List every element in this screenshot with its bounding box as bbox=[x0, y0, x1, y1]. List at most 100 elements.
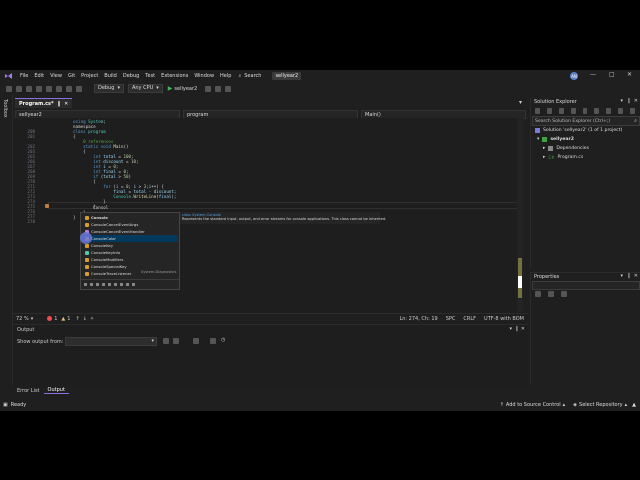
cursor-position[interactable]: Ln: 274, Ch: 19 bbox=[399, 316, 437, 322]
tab-list-chevron-icon[interactable]: ▾ bbox=[519, 99, 522, 106]
panel-dropdown-icon[interactable]: ▾ bbox=[620, 98, 623, 104]
completion-item[interactable]: ConsoleSpecialKey bbox=[82, 263, 178, 270]
completion-item[interactable]: ConsoleModifiers bbox=[82, 256, 178, 263]
tree-project-node[interactable]: ▾ sellyear2 bbox=[537, 137, 574, 142]
completion-item[interactable]: ConsoleCancelEventArgs bbox=[82, 221, 178, 228]
filter-method-icon[interactable] bbox=[120, 283, 123, 286]
filter-class-icon[interactable] bbox=[84, 283, 87, 286]
tree-solution-node[interactable]: Solution 'sellyear2' (1 of 1 project) bbox=[535, 128, 622, 133]
filter-struct-icon[interactable] bbox=[90, 283, 93, 286]
tree-dependencies-node[interactable]: ▸ Dependencies bbox=[543, 146, 589, 151]
menu-debug[interactable]: Debug bbox=[120, 73, 142, 79]
pin-icon[interactable]: ‖ bbox=[628, 273, 631, 279]
warning-count[interactable]: 1 bbox=[67, 316, 70, 322]
error-icon[interactable] bbox=[47, 316, 53, 321]
toolbar-extra-icon[interactable] bbox=[225, 85, 232, 92]
completion-item[interactable]: ConsoleCancelEventHandler bbox=[82, 228, 178, 235]
completion-item[interactable]: Console bbox=[82, 214, 178, 221]
menu-window[interactable]: Window bbox=[191, 73, 217, 79]
prev-issue-icon[interactable]: ↑ bbox=[75, 316, 79, 322]
forward-icon[interactable] bbox=[546, 108, 552, 114]
close-icon[interactable]: ✕ bbox=[521, 326, 525, 332]
menu-test[interactable]: Test bbox=[142, 73, 158, 79]
source-control-arrow-icon[interactable]: ↑ bbox=[500, 402, 504, 408]
platform-dropdown[interactable]: Any CPU ▾ bbox=[127, 84, 163, 93]
pin-icon[interactable]: ‖ bbox=[516, 326, 519, 332]
vertical-scrollbar[interactable] bbox=[517, 118, 523, 312]
tab-close-icon[interactable]: ✕ bbox=[64, 101, 68, 107]
intellisense-popup[interactable]: Console ConsoleCancelEventArgs ConsoleCa… bbox=[80, 212, 180, 290]
home-icon[interactable] bbox=[558, 108, 564, 114]
back-icon[interactable] bbox=[535, 108, 540, 114]
lightbulb-icon[interactable] bbox=[45, 204, 49, 208]
line-ending[interactable]: CRLF bbox=[463, 316, 476, 322]
new-item-icon[interactable] bbox=[26, 85, 32, 92]
menu-search-label[interactable]: Search bbox=[241, 73, 264, 79]
filter-enum-icon[interactable] bbox=[96, 283, 99, 286]
menu-extensions[interactable]: Extensions bbox=[158, 73, 191, 79]
tab-output[interactable]: Output bbox=[43, 387, 69, 394]
tree-file-node[interactable]: ▸ C# Program.cs bbox=[543, 155, 583, 160]
menu-view[interactable]: View bbox=[47, 73, 65, 79]
tab-error-list[interactable]: Error List bbox=[13, 388, 44, 394]
menu-git[interactable]: Git bbox=[65, 73, 78, 79]
clear-all-icon[interactable] bbox=[173, 338, 179, 344]
chevron-right-icon[interactable]: ▸ bbox=[543, 146, 545, 151]
zoom-level[interactable]: 72 % bbox=[16, 316, 29, 322]
word-wrap-icon[interactable] bbox=[193, 338, 199, 344]
clock-icon[interactable]: ◷ bbox=[221, 337, 225, 343]
filter-delegate-icon[interactable] bbox=[102, 283, 105, 286]
code-cleanup-icon[interactable]: ✧ bbox=[90, 316, 94, 322]
warning-icon[interactable]: ▲ bbox=[61, 316, 65, 322]
save-all-icon[interactable] bbox=[56, 85, 62, 92]
tab-program-cs[interactable]: Program.cs* ‖ ✕ bbox=[15, 98, 73, 108]
start-without-debugging-icon[interactable] bbox=[205, 85, 212, 92]
alphabetical-icon[interactable] bbox=[548, 291, 554, 297]
whitespace-mode[interactable]: SPC bbox=[446, 316, 456, 322]
start-debugging-icon[interactable]: ▶ bbox=[168, 85, 173, 92]
select-repository[interactable]: Select Repository bbox=[579, 402, 623, 408]
close-icon[interactable]: ✕ bbox=[634, 273, 638, 279]
open-icon[interactable] bbox=[36, 85, 42, 92]
filter-snippet-icon[interactable] bbox=[126, 283, 129, 286]
save-icon[interactable] bbox=[46, 85, 52, 92]
show-all-files-icon[interactable] bbox=[618, 108, 624, 114]
redo-icon[interactable] bbox=[76, 85, 82, 92]
filter-ai-icon[interactable] bbox=[132, 283, 135, 286]
notifications-icon[interactable]: ▲ bbox=[632, 402, 636, 408]
pending-changes-icon[interactable] bbox=[582, 108, 588, 114]
sync-icon[interactable] bbox=[594, 108, 600, 114]
filter-interface-icon[interactable] bbox=[108, 283, 111, 286]
toolbox-strip[interactable]: Toolbox bbox=[0, 95, 13, 385]
panel-dropdown-icon[interactable]: ▾ bbox=[509, 326, 512, 332]
menu-edit[interactable]: Edit bbox=[31, 73, 47, 79]
menu-file[interactable]: File bbox=[17, 73, 31, 79]
close-icon[interactable]: ✕ bbox=[634, 98, 638, 104]
collapse-all-icon[interactable] bbox=[606, 108, 612, 114]
find-icon[interactable] bbox=[163, 338, 169, 344]
switch-views-icon[interactable] bbox=[570, 108, 576, 114]
menu-help[interactable]: Help bbox=[217, 73, 234, 79]
toggle-wrap-icon[interactable] bbox=[210, 338, 216, 344]
completion-item-selected[interactable]: ConsoleColor bbox=[82, 235, 178, 242]
add-to-source-control[interactable]: Add to Source Control bbox=[506, 402, 561, 408]
pin-icon[interactable]: ‖ bbox=[58, 101, 61, 107]
properties-icon[interactable] bbox=[630, 108, 636, 114]
panel-dropdown-icon[interactable]: ▾ bbox=[620, 273, 623, 279]
restore-icon[interactable]: □ bbox=[609, 71, 615, 78]
configuration-dropdown[interactable]: Debug ▾ bbox=[94, 84, 124, 93]
properties-object-dropdown[interactable] bbox=[532, 281, 640, 290]
output-source-dropdown[interactable]: ▾ bbox=[65, 337, 157, 346]
next-issue-icon[interactable]: ↓ bbox=[83, 316, 87, 322]
back-icon[interactable] bbox=[6, 85, 12, 92]
hot-reload-icon[interactable] bbox=[215, 85, 222, 92]
chevron-up-icon[interactable]: ▴ bbox=[625, 402, 628, 408]
error-count[interactable]: 1 bbox=[54, 316, 57, 322]
completion-item[interactable]: ConsoleKeyInfo bbox=[82, 249, 178, 256]
file-encoding[interactable]: UTF-8 with BOM bbox=[484, 316, 524, 322]
property-pages-icon[interactable] bbox=[561, 291, 567, 297]
menu-build[interactable]: Build bbox=[101, 73, 120, 79]
completion-item[interactable]: ConsoleKey bbox=[82, 242, 178, 249]
filter-namespace-icon[interactable] bbox=[114, 283, 117, 286]
scrollbar-thumb[interactable] bbox=[518, 276, 522, 288]
